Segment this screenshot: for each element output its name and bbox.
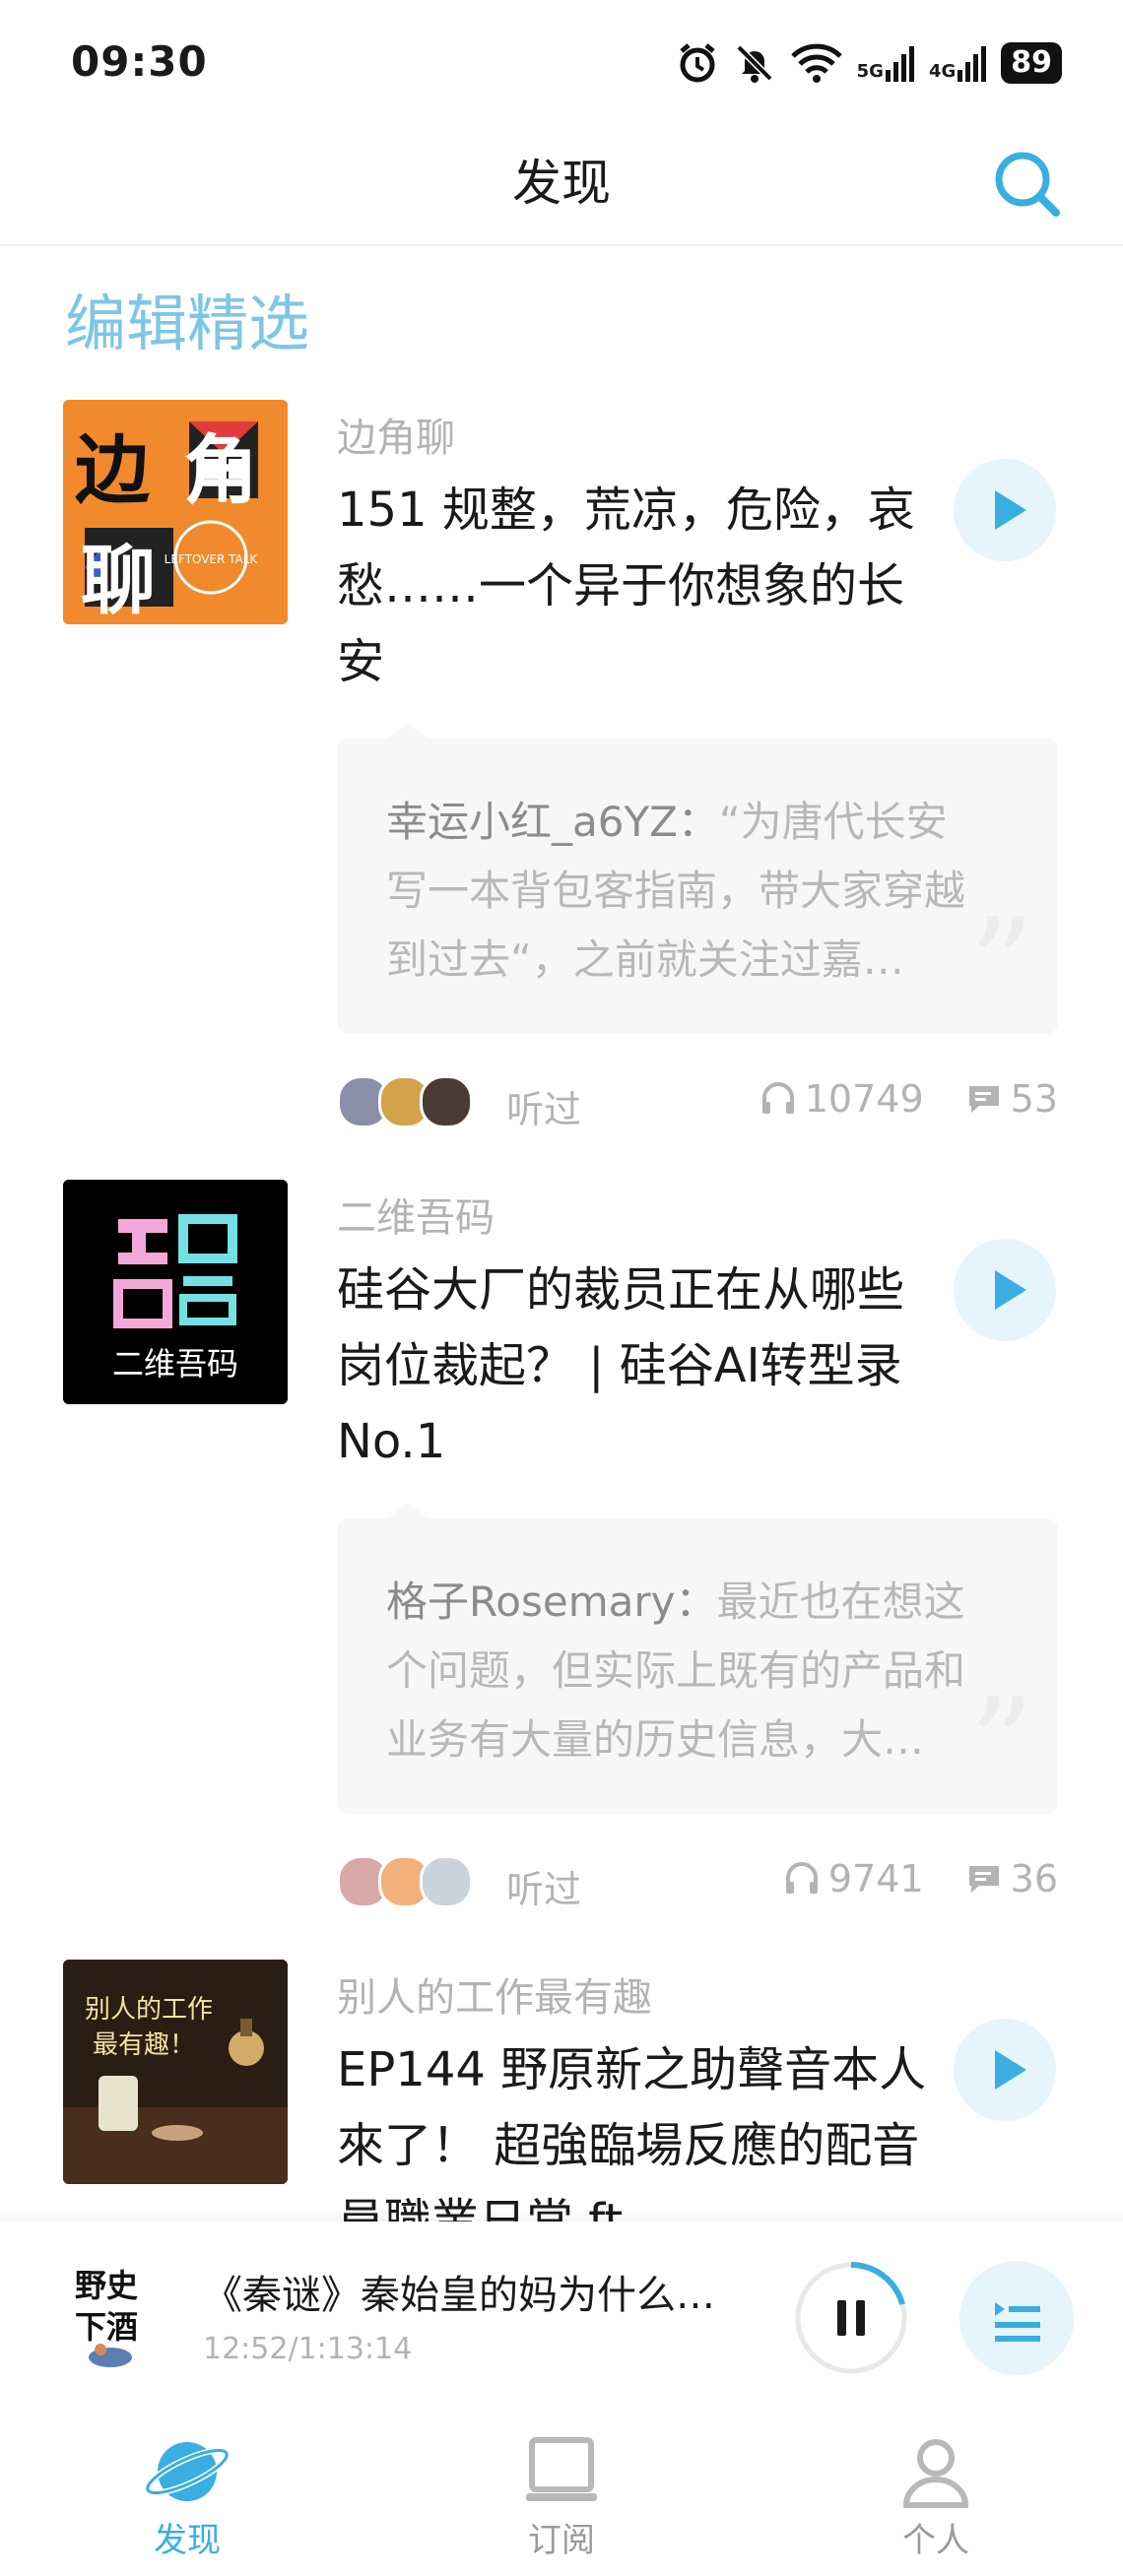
- status-icons: 5G 4G 89: [676, 37, 1062, 89]
- avatar: [420, 1855, 473, 1908]
- status-bar: 09:30 5G 4G 89: [0, 0, 1123, 128]
- cover-title: 二维吾码: [111, 1345, 238, 1383]
- battery-indicator: 89: [1001, 42, 1062, 84]
- podcast-name[interactable]: 边角聊: [337, 406, 455, 463]
- cover-title: 别人的工作: [85, 1995, 214, 2025]
- comment-count: 53: [1010, 1077, 1058, 1121]
- planet-icon: [144, 2442, 231, 2501]
- mini-cover-figure: [89, 2344, 132, 2367]
- episode-card[interactable]: 二维吾码 二维吾码 硅谷大厂的裁员正在从哪些岗位裁起？ | 硅谷AI转型录No.…: [0, 1174, 1123, 1932]
- cover-title: 最有趣！: [93, 2030, 196, 2060]
- cover-char: 角: [183, 426, 258, 514]
- episode-card[interactable]: 别人的工作 最有趣！ 别人的工作最有趣 EP144 野原新之助聲音本人來了！ 超…: [0, 1954, 1123, 2222]
- signal-4g-icon: [958, 46, 987, 82]
- now-playing-title[interactable]: 《秦谜》秦始皇的妈为什么…: [203, 2263, 755, 2320]
- person-icon: [902, 2439, 969, 2508]
- status-time: 09:30: [71, 37, 208, 86]
- comment-icon: [968, 1866, 999, 1893]
- listener-avatars[interactable]: [337, 1075, 473, 1128]
- search-icon: [995, 152, 1060, 217]
- avatar: [420, 1075, 473, 1128]
- listened-label: 听过: [506, 1868, 582, 1911]
- featured-comment[interactable]: 格子Rosemary：最近也在想这个问题，但实际上既有的产品和业务有大量的历史信…: [337, 1503, 1058, 1820]
- section-title: 编辑精选: [65, 288, 310, 359]
- play-icon: [995, 1270, 1026, 1310]
- quote-mark-icon: ”: [968, 890, 1034, 1040]
- quote-mark-icon: ”: [968, 1670, 1034, 1820]
- episode-stats: 9741 36: [783, 1857, 1058, 1900]
- episode-title[interactable]: 硅谷大厂的裁员正在从哪些岗位裁起？ | 硅谷AI转型录No.1: [337, 1253, 928, 1480]
- featured-comment[interactable]: 幸运小红_a6YZ：“为唐代长安写一本背包客指南，带大家穿越到过去“，之前就关注…: [337, 723, 1058, 1040]
- subscriptions-icon: [526, 2437, 597, 2501]
- play-button[interactable]: [954, 1239, 1056, 1341]
- playlist-icon: [995, 2302, 1040, 2342]
- episode-stats: 10749 53: [760, 1077, 1058, 1121]
- nav-header: 发现: [0, 128, 1123, 246]
- play-count: 9741: [827, 1857, 924, 1900]
- podcast-cover[interactable]: 别人的工作 最有趣！: [63, 1960, 288, 2184]
- cover-char: 边: [75, 426, 150, 514]
- headphones-icon: [785, 1862, 818, 1894]
- play-button[interactable]: [954, 2019, 1056, 2121]
- comment-pointer: [388, 723, 428, 739]
- play-button[interactable]: [954, 459, 1056, 561]
- network-5g-label: 5G: [856, 61, 884, 82]
- podcast-cover[interactable]: 二维吾码: [63, 1180, 288, 1404]
- pause-button[interactable]: [794, 2261, 908, 2375]
- play-icon: [995, 2050, 1026, 2090]
- play-count: 10749: [804, 1077, 924, 1121]
- comment-user[interactable]: 幸运小红_a6YZ：: [386, 798, 719, 846]
- signal-5g-icon: [885, 46, 914, 82]
- mute-bell-icon: [736, 44, 773, 83]
- play-icon: [995, 490, 1026, 530]
- tab-discover[interactable]: 发现: [79, 2389, 296, 2576]
- tab-label: 发现: [154, 2521, 221, 2560]
- search-button[interactable]: [985, 142, 1068, 225]
- listened-label: 听过: [506, 1088, 582, 1131]
- tab-label: 个人: [902, 2521, 969, 2560]
- tab-subscribe[interactable]: 订阅: [453, 2389, 670, 2576]
- pause-icon: [795, 2262, 907, 2374]
- episode-title[interactable]: 151 规整，荒凉，危险，哀愁……一个异于你想象的长安: [337, 473, 928, 700]
- episode-title[interactable]: EP144 野原新之助聲音本人來了！ 超強臨場反應的配音員職業日常 ft.: [337, 2032, 928, 2222]
- comment-text: 格子Rosemary：最近也在想这个问题，但实际上既有的产品和业务有大量的历史信…: [386, 1568, 977, 1774]
- cover-subtitle: LEFTOVER TALK: [165, 552, 259, 566]
- podcast-name[interactable]: 二维吾码: [337, 1186, 495, 1243]
- cover-char: 聊: [81, 537, 156, 624]
- alarm-icon: [679, 43, 715, 83]
- network-4g-label: 4G: [928, 61, 957, 82]
- episode-card[interactable]: LEFTOVER TALK 边 角 聊 边角聊 151 规整，荒凉，危险，哀愁……: [0, 394, 1123, 1152]
- podcast-name[interactable]: 别人的工作最有趣: [337, 1965, 652, 2023]
- tab-label: 订阅: [528, 2521, 595, 2560]
- mini-player-cover[interactable]: 野史 下酒: [71, 2261, 152, 2369]
- comment-user[interactable]: 格子Rosemary：: [386, 1578, 717, 1626]
- comment-count: 36: [1010, 1857, 1058, 1900]
- episode-meta: 听过 10749 53: [337, 1071, 1058, 1131]
- comment-text: 幸运小红_a6YZ：“为唐代长安写一本背包客指南，带大家穿越到过去“，之前就关注…: [386, 788, 977, 995]
- wifi-icon: [790, 43, 842, 83]
- mini-cover-text: 野史: [75, 2267, 139, 2304]
- page-title: 发现: [512, 155, 611, 212]
- listener-avatars[interactable]: [337, 1855, 473, 1908]
- now-playing-time: 12:52/1:13:14: [203, 2332, 413, 2366]
- mini-player[interactable]: 野史 下酒 《秦谜》秦始皇的妈为什么… 12:52/1:13:14: [0, 2222, 1123, 2389]
- comment-pointer: [388, 1503, 428, 1518]
- podcast-cover[interactable]: LEFTOVER TALK 边 角 聊: [63, 400, 288, 624]
- episode-meta: 听过 9741 36: [337, 1851, 1058, 1911]
- tab-profile[interactable]: 个人: [827, 2389, 1044, 2576]
- headphones-icon: [761, 1082, 794, 1114]
- tab-bar: 发现 订阅 个人: [0, 2389, 1123, 2576]
- comment-icon: [968, 1086, 999, 1113]
- playlist-button[interactable]: [959, 2261, 1074, 2375]
